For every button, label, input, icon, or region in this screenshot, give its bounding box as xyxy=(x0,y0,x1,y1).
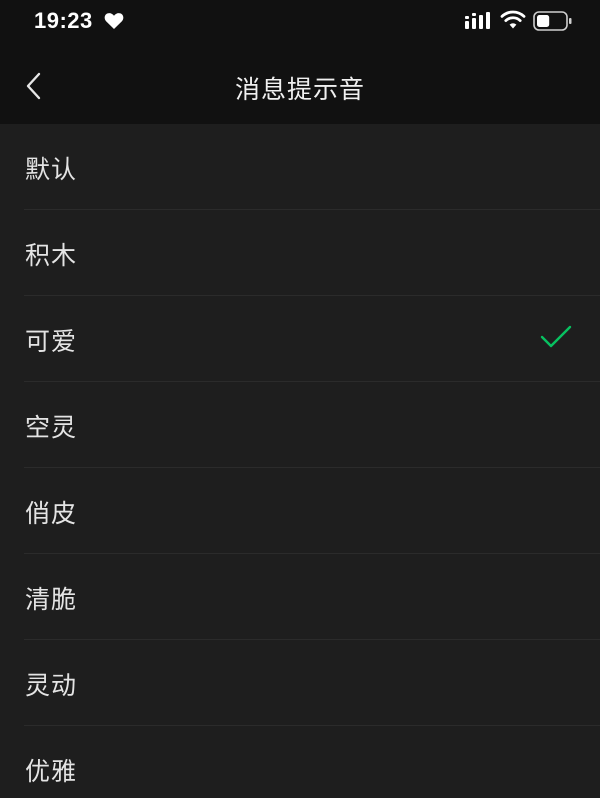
battery-fill xyxy=(537,15,550,27)
sound-option-label: 积木 xyxy=(25,241,78,270)
sound-option-label: 俏皮 xyxy=(25,499,78,528)
status-time: 19:23 xyxy=(34,8,93,33)
signal-icon xyxy=(465,12,490,29)
wifi-icon xyxy=(500,10,526,29)
sound-option-label: 优雅 xyxy=(25,757,78,786)
sound-option[interactable]: 积木 xyxy=(0,210,600,296)
sound-option-label: 空灵 xyxy=(25,413,78,442)
status-bar: 19:23 xyxy=(0,0,600,44)
sound-option-label: 可爱 xyxy=(25,327,78,356)
sound-option-label: 灵动 xyxy=(25,671,78,700)
page-title: 消息提示音 xyxy=(234,75,365,104)
battery-icon xyxy=(533,11,572,31)
sound-option[interactable]: 默认 xyxy=(0,124,600,210)
sound-option-label: 清脆 xyxy=(25,585,78,614)
sound-option-label: 默认 xyxy=(25,155,78,184)
sound-option[interactable]: 灵动 xyxy=(0,640,600,726)
sound-list: 默认积木可爱空灵俏皮清脆灵动优雅 xyxy=(0,124,600,798)
sound-option[interactable]: 清脆 xyxy=(0,554,600,640)
sound-option[interactable]: 可爱 xyxy=(0,296,600,382)
sound-option[interactable]: 优雅 xyxy=(0,726,600,798)
sound-option[interactable]: 空灵 xyxy=(0,382,600,468)
navigation-bar: 消息提示音 xyxy=(0,44,600,124)
checkmark-icon xyxy=(540,325,572,348)
sound-option[interactable]: 俏皮 xyxy=(0,468,600,554)
heart-icon xyxy=(104,13,124,29)
